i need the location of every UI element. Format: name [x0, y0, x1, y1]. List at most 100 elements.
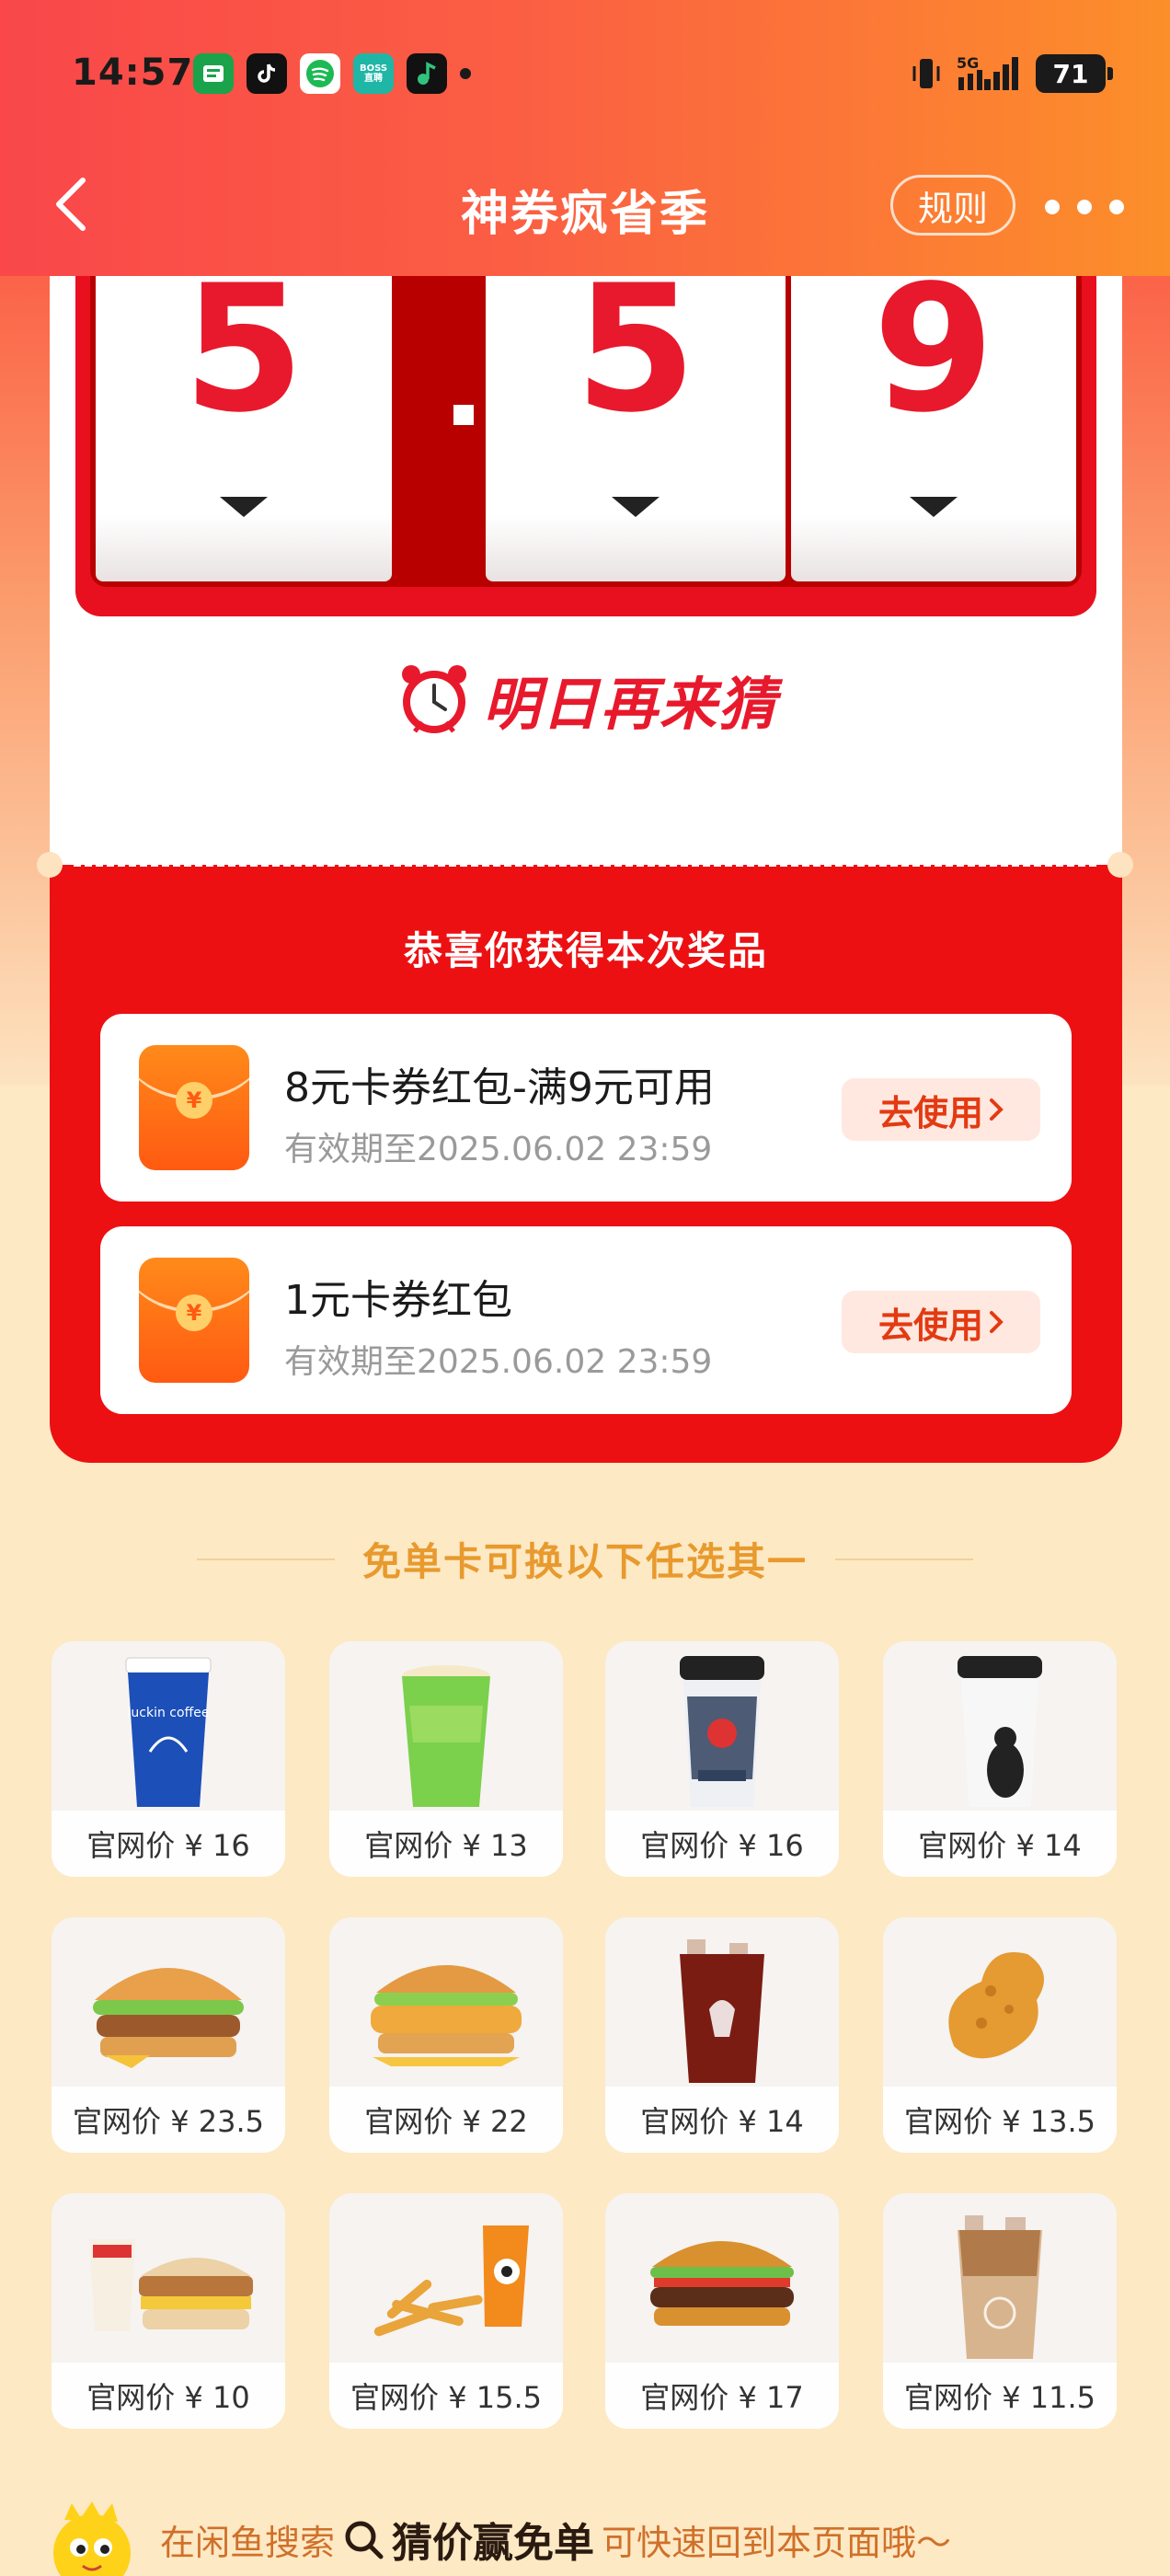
product-item[interactable]: 官网价 ¥ 15.5 — [329, 2193, 563, 2429]
product-item[interactable]: 官网价 ¥ 11.5 — [883, 2193, 1117, 2429]
coupon-card[interactable]: ¥ 8元卡券红包-满9元可用 有效期至2025.06.02 23:59 去使用 — [100, 1014, 1072, 1202]
product-item[interactable]: 官网价 ¥ 22 — [329, 1917, 563, 2153]
chicken-burger-icon — [52, 1917, 285, 2092]
decimal-point — [453, 405, 474, 425]
digit-display-frame: 5 5 9 — [75, 248, 1096, 616]
alarm-clock-icon — [401, 665, 466, 733]
product-price: 官网价 ¥ 17 — [605, 2363, 839, 2429]
more-dot-icon — [1109, 200, 1124, 214]
hint-prefix: 在闲鱼搜索 — [160, 2522, 336, 2563]
product-item[interactable]: 官网价 ¥ 17 — [605, 2193, 839, 2429]
ticket-notch-left — [37, 852, 63, 878]
use-button-label: 去使用 — [878, 1092, 983, 1133]
mascot-icon — [53, 2501, 131, 2576]
svg-text:5G: 5G — [957, 54, 979, 72]
qq-music-icon — [407, 53, 447, 94]
product-item[interactable]: 官网价 ¥ 16 — [605, 1641, 839, 1877]
prize-panel: 恭喜你获得本次奖品 ¥ 8元卡券红包-满9元可用 有效期至2025.06.02 … — [50, 865, 1122, 1463]
ticket-notch-right — [1107, 852, 1133, 878]
search-hint-banner: 在闲鱼搜索 猜价赢免单 可快速回到本页面哦～ — [37, 2501, 1122, 2576]
more-options-button[interactable] — [1045, 184, 1124, 230]
signal-5g-icon: 5G — [957, 54, 1018, 90]
free-card-header: 免单卡可换以下任选其一 — [0, 1531, 1170, 1587]
retry-banner: 明日再来猜 — [50, 658, 1122, 741]
crispy-chicken-burger-icon — [329, 1917, 563, 2092]
caret-down-icon — [220, 497, 268, 517]
free-card-title: 免单卡可换以下任选其一 — [361, 1539, 808, 1584]
digit-value: 5 — [574, 247, 697, 451]
digit-value: 5 — [182, 247, 305, 451]
chevron-right-icon — [990, 1098, 1004, 1121]
retry-tomorrow-text: 明日再来猜 — [482, 671, 777, 738]
coupon-card[interactable]: ¥ 1元卡券红包 有效期至2025.06.02 23:59 去使用 — [100, 1226, 1072, 1414]
search-icon — [345, 2521, 384, 2559]
product-price: 官网价 ¥ 15.5 — [329, 2363, 563, 2429]
green-drink-cup-icon — [329, 1641, 563, 1816]
chicken-fries-icon — [329, 2193, 563, 2368]
coupon-validity: 有效期至2025.06.02 23:59 — [284, 1343, 713, 1381]
iced-latte-icon — [883, 2193, 1117, 2368]
music-app-icon — [300, 53, 340, 94]
fried-chicken-icon — [883, 1917, 1117, 2092]
whopper-burger-icon — [605, 2193, 839, 2368]
digit-slot-1[interactable]: 5 — [96, 248, 392, 581]
status-bar: 14:57 BOSS 直聘 5G 71 — [0, 37, 1170, 110]
product-item[interactable]: 官网价 ¥ 13.5 — [883, 1917, 1117, 2153]
use-button-label: 去使用 — [878, 1305, 983, 1346]
boss-zhipin-icon: BOSS 直聘 — [353, 53, 394, 94]
top-header: 14:57 BOSS 直聘 5G 71 神券疯省季 规则 — [0, 0, 1170, 276]
product-item[interactable]: 官网价 ¥ 13 — [329, 1641, 563, 1877]
use-coupon-button[interactable]: 去使用 — [842, 1291, 1040, 1353]
chevron-right-icon — [990, 1311, 1004, 1333]
navigation-bar: 神券疯省季 规则 — [0, 156, 1170, 258]
product-price: 官网价 ¥ 16 — [605, 1811, 839, 1877]
digit-slot-2[interactable]: 5 — [486, 248, 786, 581]
battery-indicator: 71 — [1036, 54, 1113, 93]
product-price: 官网价 ¥ 10 — [52, 2363, 285, 2429]
tiktok-icon — [247, 53, 287, 94]
status-time: 14:57 — [72, 52, 194, 94]
green-app-icon — [193, 53, 234, 94]
breakfast-set-icon — [52, 2193, 285, 2368]
coupon-title: 1元卡券红包 — [284, 1277, 512, 1324]
product-price: 官网价 ¥ 13.5 — [883, 2087, 1117, 2153]
product-item[interactable]: 官网价 ¥ 14 — [883, 1641, 1117, 1877]
product-price: 官网价 ¥ 13 — [329, 1811, 563, 1877]
ticket-divider — [74, 863, 1096, 867]
caret-down-icon — [612, 497, 660, 517]
luckin-coffee-cup-icon: luckin coffee — [52, 1641, 285, 1816]
product-item[interactable]: 官网价 ¥ 10 — [52, 2193, 285, 2429]
use-coupon-button[interactable]: 去使用 — [842, 1078, 1040, 1141]
product-price: 官网价 ¥ 11.5 — [883, 2363, 1117, 2429]
chagee-tea-cup-icon — [605, 1641, 839, 1816]
divider-line — [196, 1558, 335, 1560]
red-envelope-icon: ¥ — [139, 1258, 249, 1383]
price-guess-card: 5 5 9 明日再来猜 — [50, 248, 1122, 865]
hint-suffix: 可快速回到本页面哦～ — [602, 2522, 952, 2563]
digit-display-inner: 5 5 9 — [90, 248, 1082, 587]
product-item[interactable]: 官网价 ¥ 23.5 — [52, 1917, 285, 2153]
svg-text:luckin coffee: luckin coffee — [128, 1706, 210, 1720]
product-price: 官网价 ¥ 16 — [52, 1811, 285, 1877]
more-notifications-dot — [460, 68, 471, 79]
more-dot-icon — [1045, 200, 1060, 214]
product-item[interactable]: 官网价 ¥ 14 — [605, 1917, 839, 2153]
search-hint: 在闲鱼搜索 猜价赢免单 可快速回到本页面哦～ — [160, 2510, 951, 2569]
product-price: 官网价 ¥ 14 — [883, 1811, 1117, 1877]
iced-americano-icon — [605, 1917, 839, 2092]
more-dot-icon — [1077, 200, 1092, 214]
product-price: 官网价 ¥ 23.5 — [52, 2087, 285, 2153]
digit-slot-3[interactable]: 9 — [791, 248, 1076, 581]
divider-line — [835, 1558, 973, 1560]
hint-keyword: 猜价赢免单 — [392, 2520, 595, 2567]
caret-down-icon — [910, 497, 958, 517]
product-price: 官网价 ¥ 22 — [329, 2087, 563, 2153]
product-price: 官网价 ¥ 14 — [605, 2087, 839, 2153]
coupon-title: 8元卡券红包-满9元可用 — [284, 1064, 715, 1111]
product-item[interactable]: luckin coffee 官网价 ¥ 16 — [52, 1641, 285, 1877]
rules-button[interactable]: 规则 — [890, 175, 1015, 236]
coupon-validity: 有效期至2025.06.02 23:59 — [284, 1131, 713, 1168]
white-tea-cup-icon — [883, 1641, 1117, 1816]
red-envelope-icon: ¥ — [139, 1045, 249, 1170]
notification-icons: BOSS 直聘 — [193, 53, 471, 94]
